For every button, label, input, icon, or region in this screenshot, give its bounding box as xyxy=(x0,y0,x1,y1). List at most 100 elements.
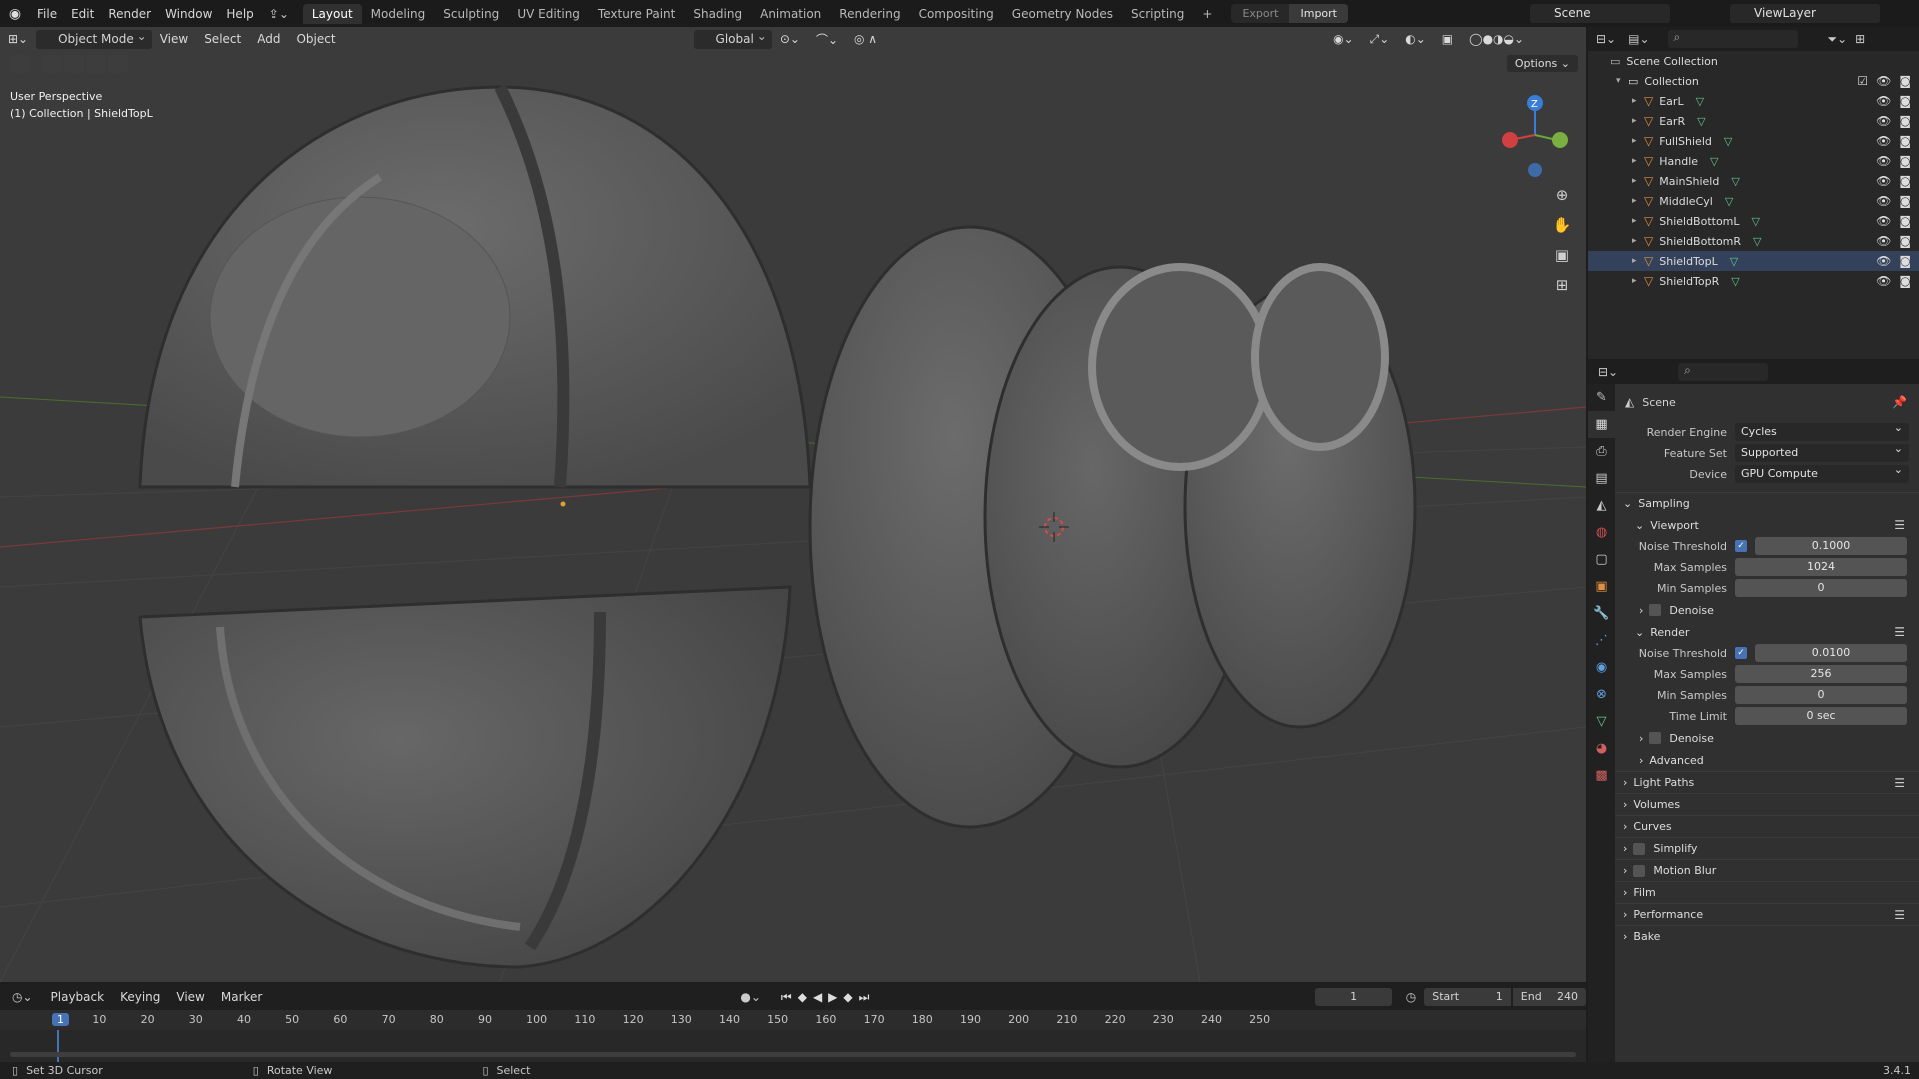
camera-view-icon[interactable]: ▣ xyxy=(1549,242,1575,268)
select-extend-icon[interactable] xyxy=(64,55,84,73)
3d-viewport[interactable]: ⊞⌄ Object Mode View Select Add Object Gl… xyxy=(0,27,1586,982)
expand-icon[interactable]: ▸ xyxy=(1632,276,1644,286)
scene-tab-icon[interactable]: ◭ xyxy=(1588,492,1615,519)
advanced-header[interactable]: › Advanced xyxy=(1615,749,1919,771)
vp-min-samples-field[interactable]: 0 xyxy=(1735,579,1907,597)
sampling-panel-header[interactable]: ⌄ Sampling xyxy=(1615,492,1919,514)
render-preset-icon[interactable]: ☰ xyxy=(1894,625,1905,639)
eye-icon[interactable]: 👁 xyxy=(1876,234,1891,248)
panel-header[interactable]: › Curves xyxy=(1615,815,1919,837)
import-button[interactable]: Import xyxy=(1289,4,1348,23)
outliner-object-row[interactable]: ▸ ▽ FullShield ▽ 👁 ◙ xyxy=(1588,131,1919,151)
tab-compositing[interactable]: Compositing xyxy=(910,4,1003,24)
navigation-gizmo[interactable]: Z xyxy=(1495,85,1575,195)
menu-select[interactable]: Select xyxy=(196,32,249,46)
constraints-tab-icon[interactable]: ⊗ xyxy=(1588,681,1615,708)
collection-tab-icon[interactable]: ▢ xyxy=(1588,546,1615,573)
shading-modes-icon[interactable]: ◯●◑◒⌄ xyxy=(1461,32,1532,46)
camera-icon[interactable]: ◙ xyxy=(1899,154,1911,168)
expand-icon[interactable]: ▸ xyxy=(1632,156,1644,166)
camera-icon[interactable]: ◙ xyxy=(1899,134,1911,148)
panel-header[interactable]: › Film xyxy=(1615,881,1919,903)
blender-logo-icon[interactable]: ◉ xyxy=(0,6,30,22)
camera-icon[interactable]: ◙ xyxy=(1899,254,1911,268)
preset-list-icon[interactable]: ☰ xyxy=(1894,518,1905,532)
camera-icon[interactable]: ◙ xyxy=(1899,94,1911,108)
overlay-icon[interactable]: ◐⌄ xyxy=(1397,32,1434,46)
mesh-data-icon[interactable]: ▽ xyxy=(1725,195,1733,208)
data-tab-icon[interactable]: ▽ xyxy=(1588,708,1615,735)
viewport-subpanel-header[interactable]: ⌄ Viewport ☰ xyxy=(1615,514,1919,536)
next-keyframe-icon[interactable]: ◆ xyxy=(843,990,858,1004)
vp-denoise-header[interactable]: › Denoise xyxy=(1615,599,1919,621)
expand-icon[interactable]: ▸ xyxy=(1632,256,1644,266)
vp-noise-field[interactable]: 0.1000 xyxy=(1755,537,1907,555)
r-denoise-header[interactable]: › Denoise xyxy=(1615,727,1919,749)
device-dropdown[interactable]: GPU Compute xyxy=(1735,461,1909,483)
mesh-data-icon[interactable]: ▽ xyxy=(1731,275,1739,288)
select-tool-icon[interactable] xyxy=(10,55,30,73)
r-max-samples-field[interactable]: 256 xyxy=(1735,665,1907,683)
camera-icon[interactable]: ◙ xyxy=(1899,174,1911,188)
tab-shading[interactable]: Shading xyxy=(684,4,751,24)
outliner-search-input[interactable]: ⌕ xyxy=(1667,30,1798,48)
tab-animation[interactable]: Animation xyxy=(751,4,830,24)
eye-icon[interactable]: 👁 xyxy=(1876,214,1891,228)
eye-icon[interactable]: 👁 xyxy=(1876,254,1891,268)
feature-set-dropdown[interactable]: Supported xyxy=(1735,440,1909,462)
collapse-icon[interactable]: ▾ xyxy=(1616,76,1628,86)
tab-modeling[interactable]: Modeling xyxy=(362,4,435,24)
physics-tab-icon[interactable]: ◉ xyxy=(1588,654,1615,681)
tool-tab-icon[interactable]: ✎ xyxy=(1588,384,1615,411)
timeline-scrollbar[interactable] xyxy=(10,1052,1576,1057)
outliner-object-row[interactable]: ▸ ▽ ShieldTopR ▽ 👁 ◙ xyxy=(1588,271,1919,291)
outliner-object-row[interactable]: ▸ ▽ ShieldBottomL ▽ 👁 ◙ xyxy=(1588,211,1919,231)
render-subpanel-header[interactable]: ⌄ Render ☰ xyxy=(1615,621,1919,643)
panel-header[interactable]: › Performance ☰ xyxy=(1615,903,1919,925)
mesh-data-icon[interactable]: ▽ xyxy=(1753,235,1761,248)
eye-icon[interactable]: 👁 xyxy=(1876,134,1891,148)
timeline-editor-icon[interactable]: ◷⌄ xyxy=(12,990,33,1004)
pan-hand-icon[interactable]: ✋ xyxy=(1549,212,1575,238)
time-limit-field[interactable]: 0 sec xyxy=(1735,707,1907,725)
panel-header[interactable]: › Light Paths ☰ xyxy=(1615,771,1919,793)
menu-marker[interactable]: Marker xyxy=(213,990,270,1004)
view-layer-tab-icon[interactable]: ▤ xyxy=(1588,465,1615,492)
jump-start-icon[interactable]: ⏮ xyxy=(781,990,798,1004)
vp-max-samples-field[interactable]: 1024 xyxy=(1735,558,1907,576)
tab-layout[interactable]: Layout xyxy=(302,3,362,24)
prev-keyframe-icon[interactable]: ◆ xyxy=(798,990,813,1004)
world-tab-icon[interactable]: ◍ xyxy=(1588,519,1615,546)
menu-add[interactable]: Add xyxy=(249,32,288,46)
checkbox-icon[interactable]: ☑ xyxy=(1857,74,1868,88)
viewlayer-selector[interactable]: ViewLayer xyxy=(1730,4,1880,23)
menu-window[interactable]: Window xyxy=(158,7,219,21)
editor-type-icon[interactable]: ⊞⌄ xyxy=(0,32,36,46)
panel-preset-icon[interactable]: ☰ xyxy=(1894,908,1905,922)
pivot-icon[interactable]: ⊙⌄ xyxy=(772,32,808,46)
play-icon[interactable]: ▶ xyxy=(828,990,843,1004)
menu-help[interactable]: Help xyxy=(219,7,260,21)
expand-icon[interactable]: ▸ xyxy=(1632,196,1644,206)
select-invert-icon[interactable] xyxy=(108,55,128,73)
select-box-icon[interactable] xyxy=(42,55,62,73)
camera-icon[interactable]: ◙ xyxy=(1899,234,1911,248)
properties-editor-icon[interactable]: ⊟⌄ xyxy=(1598,365,1618,379)
mesh-data-icon[interactable]: ▽ xyxy=(1696,95,1704,108)
render-tab-icon[interactable]: ▦ xyxy=(1588,411,1615,438)
mesh-data-icon[interactable]: ▽ xyxy=(1710,155,1718,168)
panel-preset-icon[interactable]: ☰ xyxy=(1894,776,1905,790)
orthographic-grid-icon[interactable]: ⊞ xyxy=(1549,272,1575,298)
r-denoise-checkbox[interactable] xyxy=(1649,732,1662,744)
outliner-object-row[interactable]: ▸ ▽ MainShield ▽ 👁 ◙ xyxy=(1588,171,1919,191)
filter-icon[interactable]: ⏷⌄ xyxy=(1828,32,1848,47)
menu-view[interactable]: View xyxy=(152,32,196,46)
modifier-tab-icon[interactable]: 🔧 xyxy=(1588,600,1615,627)
material-tab-icon[interactable]: ◕ xyxy=(1588,735,1615,762)
frame-ruler[interactable]: 1 10 20 30 40 50 60 70 80 90 100 110 120 130 140 150 160… xyxy=(0,1010,1586,1062)
vp-noise-checkbox[interactable]: ✓ xyxy=(1735,540,1747,552)
camera-icon[interactable]: ◙ xyxy=(1899,114,1911,128)
mesh-data-icon[interactable]: ▽ xyxy=(1752,215,1760,228)
end-frame-field[interactable]: End 240 xyxy=(1512,988,1586,1006)
camera-icon[interactable]: ◙ xyxy=(1899,74,1911,88)
